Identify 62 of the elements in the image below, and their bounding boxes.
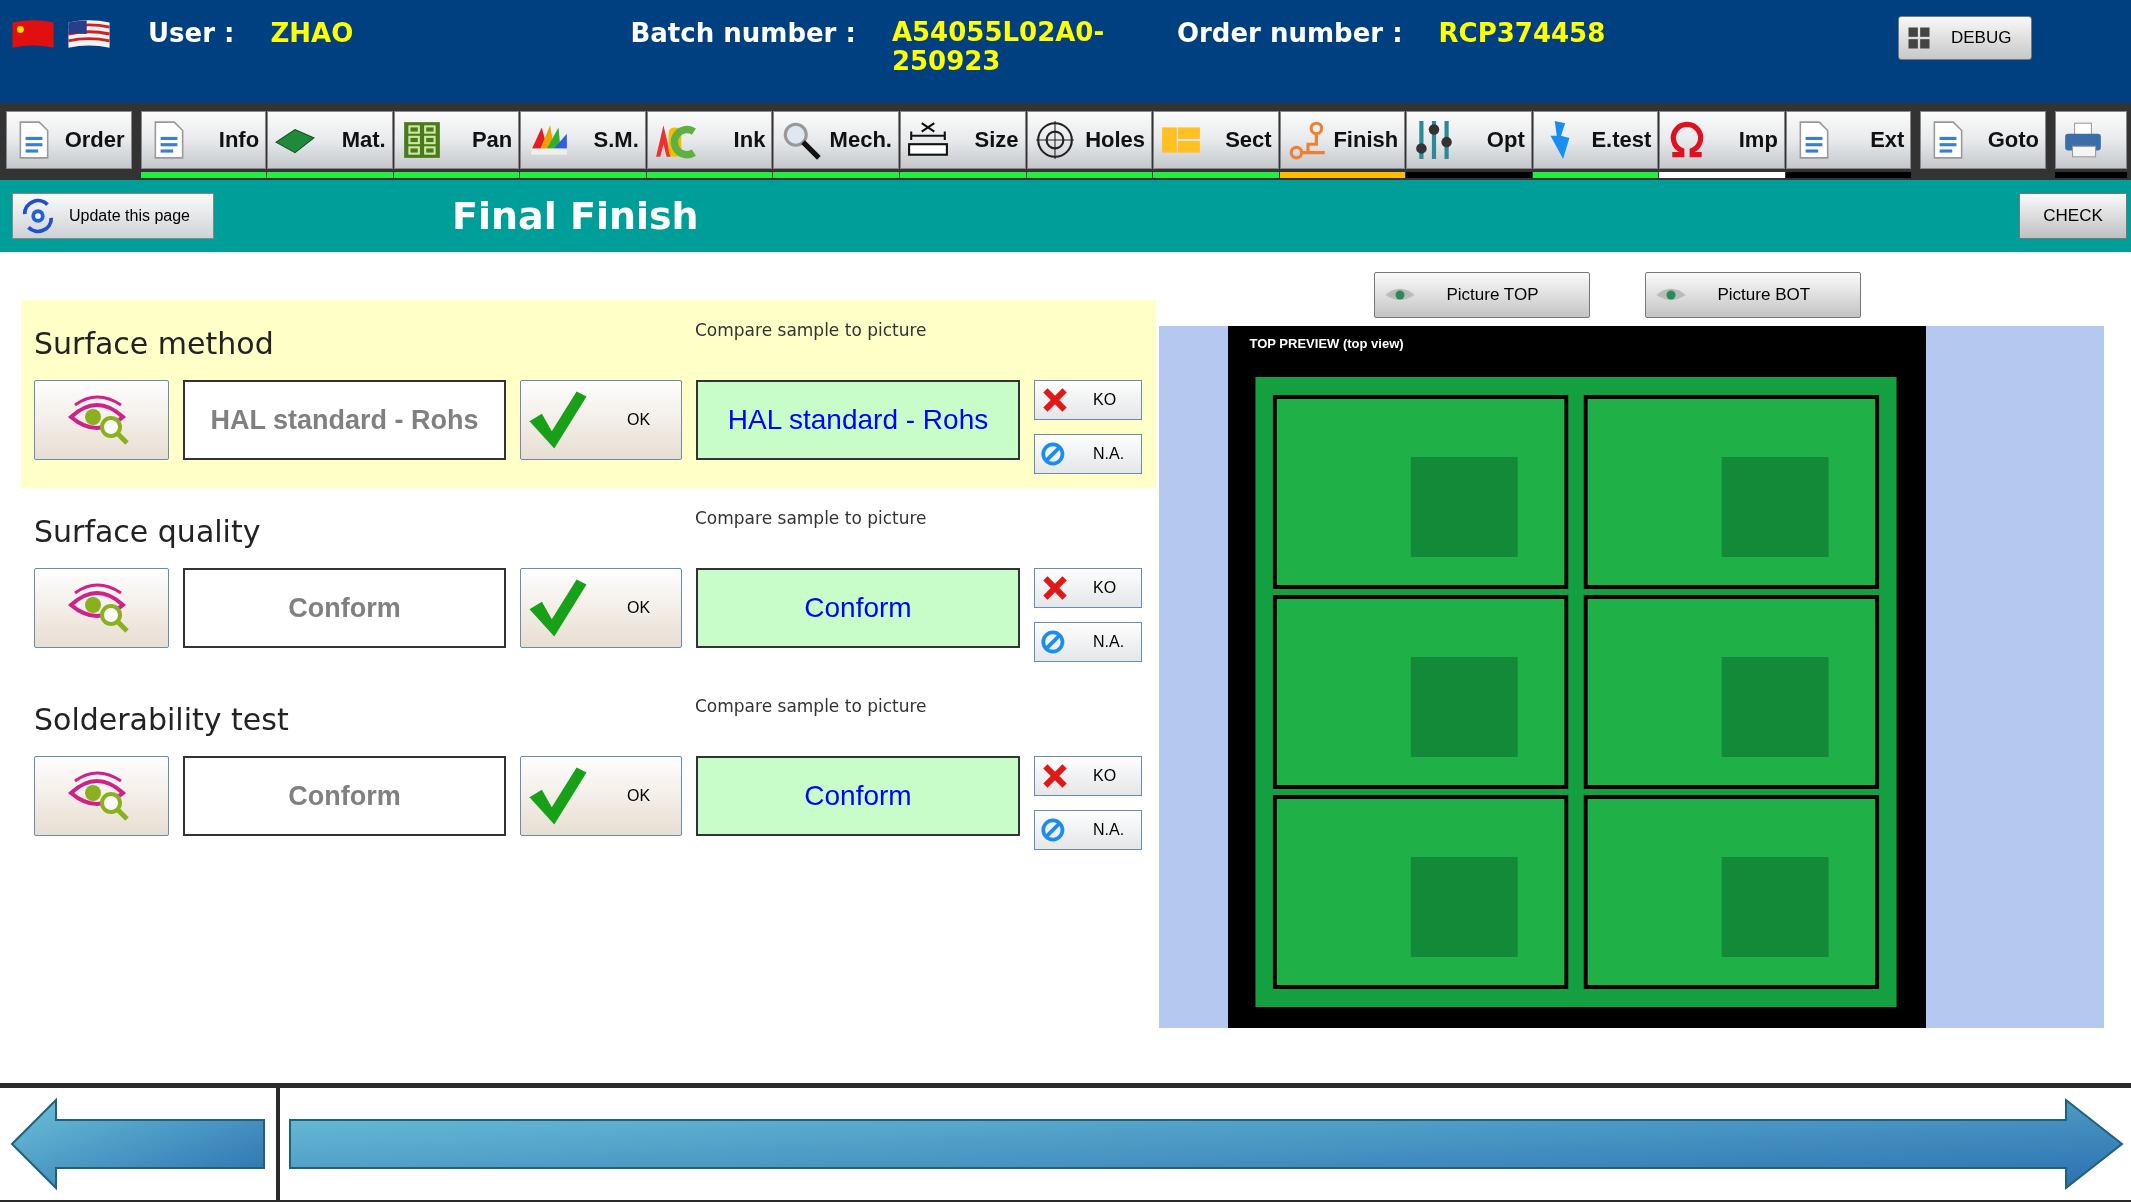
- toolbar-tab[interactable]: Opt: [1406, 111, 1532, 169]
- toolbar-tab[interactable]: Info: [140, 111, 267, 169]
- flag-icon[interactable]: [10, 18, 56, 50]
- view-button[interactable]: [34, 568, 169, 648]
- order-number: RCP374458: [1438, 18, 1606, 48]
- result-value: HAL standard - Rohs: [696, 380, 1020, 460]
- toolbar-tab[interactable]: Size: [899, 111, 1026, 169]
- na-button[interactable]: N.A.: [1034, 810, 1142, 850]
- picture-button[interactable]: Picture BOT: [1644, 272, 1861, 318]
- toolbar-tab[interactable]: S.M.: [520, 111, 646, 169]
- update-button[interactable]: Update this page: [12, 193, 214, 239]
- flag-icon[interactable]: [66, 18, 112, 50]
- batch-number: A54055L02A0-250923: [891, 18, 1106, 76]
- toolbar-tab[interactable]: Sect: [1153, 111, 1279, 169]
- ko-button[interactable]: KO: [1034, 756, 1142, 796]
- picture-button[interactable]: Picture TOP: [1373, 272, 1590, 318]
- toolbar-tab[interactable]: Pan: [393, 111, 520, 169]
- toolbar-tab[interactable]: Ink: [646, 111, 773, 169]
- hint-text: Compare sample to picture: [695, 696, 927, 716]
- batch-label: Batch number :: [630, 18, 856, 48]
- result-value: Conform: [696, 568, 1020, 648]
- toolbar-tab[interactable]: Imp: [1659, 111, 1785, 169]
- expected-value: Conform: [183, 756, 506, 836]
- view-button[interactable]: [34, 380, 169, 460]
- check-icon: [527, 577, 589, 639]
- toolbar-tab[interactable]: Ext: [1785, 111, 1912, 169]
- na-button[interactable]: N.A.: [1034, 622, 1142, 662]
- toolbar-tab[interactable]: Mat.: [267, 111, 393, 169]
- result-value: Conform: [696, 756, 1020, 836]
- debug-button[interactable]: DEBUG: [1898, 16, 2032, 60]
- ok-button[interactable]: OK: [520, 380, 682, 460]
- check-icon: [527, 765, 589, 827]
- toolbar-tab[interactable]: Order: [6, 111, 132, 169]
- view-button[interactable]: [34, 756, 169, 836]
- ok-button[interactable]: OK: [520, 756, 682, 836]
- user-name: ZHAO: [270, 18, 355, 48]
- hint-text: Compare sample to picture: [695, 508, 927, 528]
- toolbar-tab[interactable]: Finish: [1279, 111, 1406, 169]
- toolbar-tab[interactable]: Goto: [1920, 111, 2046, 169]
- preview-title: TOP PREVIEW (top view): [1248, 335, 1405, 353]
- expected-value: HAL standard - Rohs: [183, 380, 506, 460]
- crosshair-icon: [1033, 119, 1076, 161]
- user-label: User :: [148, 18, 235, 48]
- toolbar-tab[interactable]: Mech.: [773, 111, 899, 169]
- ko-button[interactable]: KO: [1034, 568, 1142, 608]
- check-title: Solderability test: [34, 702, 290, 737]
- hint-text: Compare sample to picture: [695, 320, 927, 340]
- toolbar-tab[interactable]: Holes: [1026, 111, 1153, 169]
- check-icon: [527, 389, 589, 451]
- ko-button[interactable]: KO: [1034, 380, 1142, 420]
- order-label: Order number :: [1176, 18, 1403, 48]
- ok-button[interactable]: OK: [520, 568, 682, 648]
- page-title: Final Finish: [452, 194, 699, 238]
- toolbar-tab[interactable]: [2055, 111, 2127, 169]
- next-button[interactable]: [280, 1088, 2131, 1200]
- check-button[interactable]: CHECK: [2019, 193, 2127, 239]
- toolbar-tab[interactable]: E.test: [1532, 111, 1659, 169]
- check-title: Surface quality: [34, 514, 262, 549]
- expected-value: Conform: [183, 568, 506, 648]
- back-button[interactable]: [0, 1088, 276, 1200]
- na-button[interactable]: N.A.: [1034, 434, 1142, 474]
- check-title: Surface method: [34, 326, 275, 361]
